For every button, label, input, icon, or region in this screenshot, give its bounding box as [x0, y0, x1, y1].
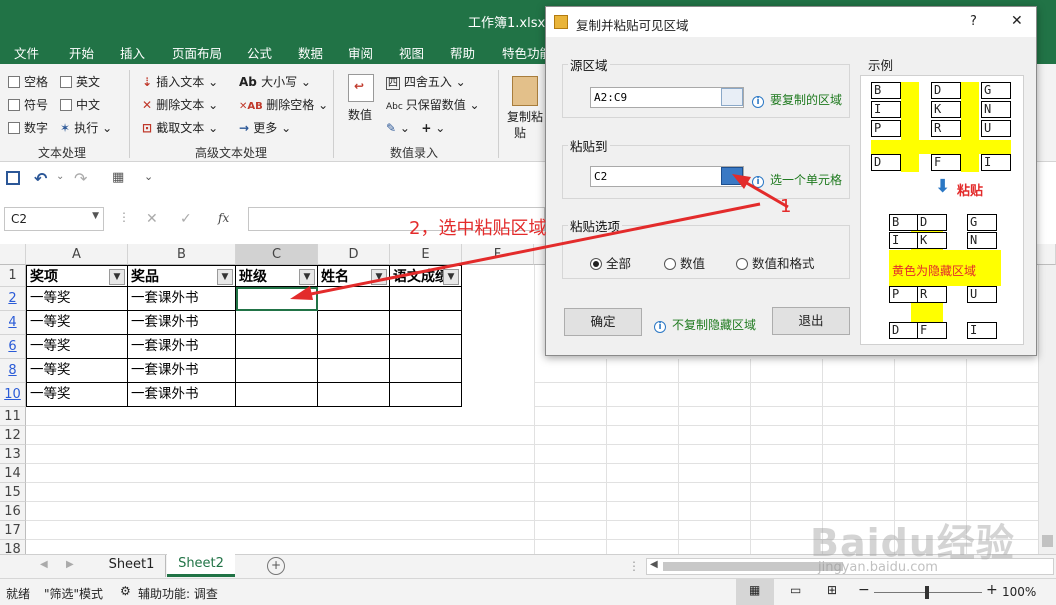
annotation-arrows	[290, 174, 789, 300]
annotation-step1: 1	[780, 196, 792, 217]
annotation-arrowhead	[290, 286, 313, 300]
annotation-arrowhead	[732, 174, 751, 189]
annotation-step2: 2，选中粘贴区域	[409, 218, 547, 239]
